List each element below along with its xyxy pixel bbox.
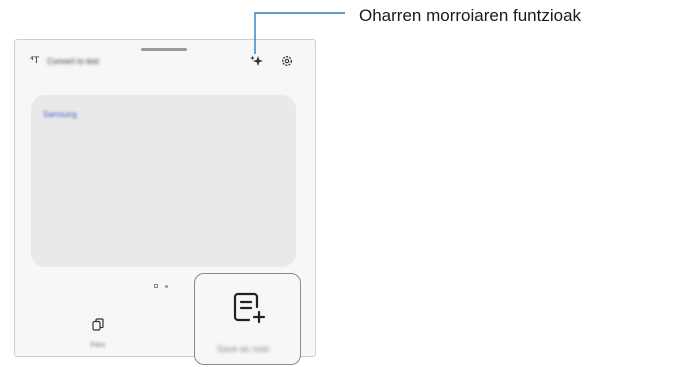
callout-leader-line bbox=[254, 12, 345, 54]
callout-label: Oharren morroiaren funtzioak bbox=[359, 6, 582, 25]
